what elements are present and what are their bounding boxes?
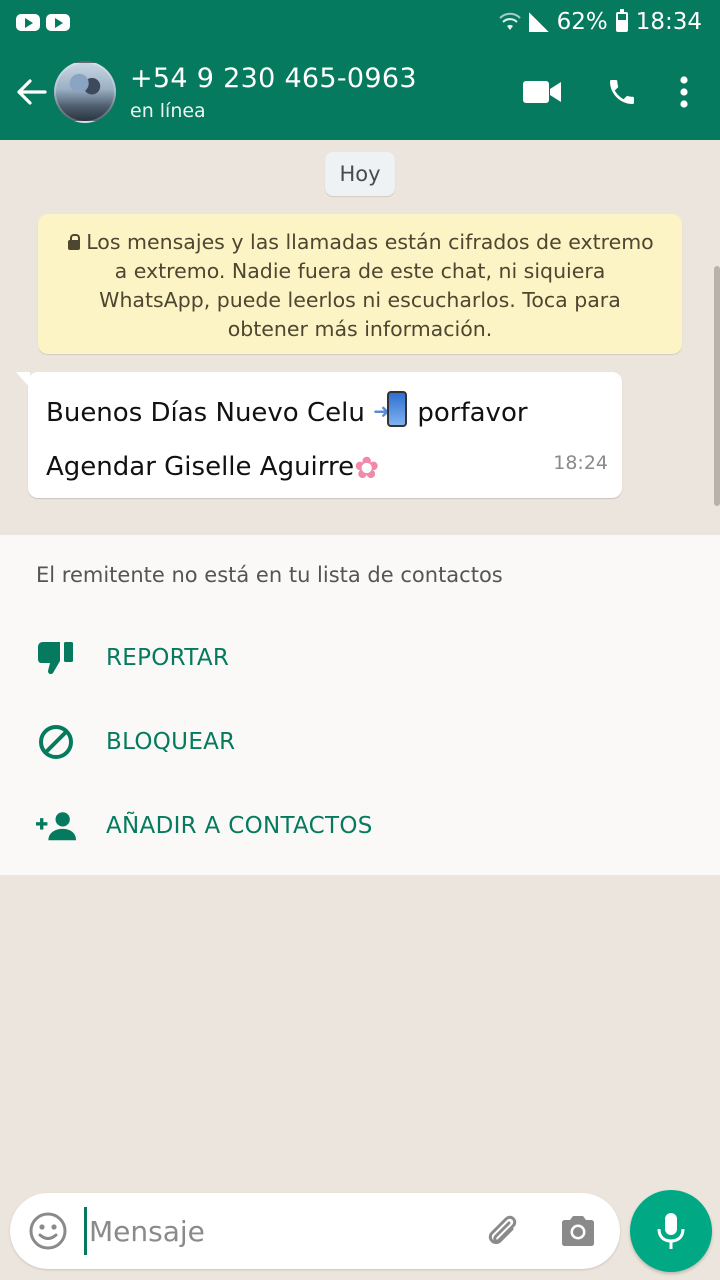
more-vertical-icon: [680, 76, 688, 108]
cherry-blossom-icon: ✿: [354, 451, 380, 486]
status-bar: 62% 18:34: [0, 0, 720, 44]
system-indicators: 62% 18:34: [498, 9, 702, 35]
block-button[interactable]: BLOQUEAR: [0, 707, 720, 777]
signal-icon: [528, 12, 549, 32]
chat-header: +54 9 230 465-0963 en línea: [0, 44, 720, 140]
unknown-sender-panel: El remitente no está en tu lista de cont…: [0, 535, 720, 875]
report-button[interactable]: REPORTAR: [0, 623, 720, 693]
message-timestamp: 18:24: [553, 452, 608, 474]
header-actions: [502, 62, 706, 122]
message-text: porfavor: [417, 398, 528, 428]
camera-icon[interactable]: [558, 1211, 598, 1251]
message-text: Buenos Días Nuevo Celu: [46, 398, 365, 428]
youtube-notification-icon: [46, 13, 70, 31]
mobile-phone-arrow-icon: ➜: [373, 389, 409, 429]
message-text: Agendar Giselle Aguirre: [46, 452, 355, 482]
video-call-button[interactable]: [502, 62, 582, 122]
message-composer: [10, 1193, 620, 1269]
message-input[interactable]: [84, 1207, 464, 1255]
microphone-icon: [657, 1213, 685, 1249]
unknown-sender-note: El remitente no está en tu lista de cont…: [36, 563, 503, 587]
message-line-2: Agendar Giselle Aguirre✿: [46, 440, 604, 496]
encryption-notice-text: Los mensajes y las llamadas están cifrad…: [86, 230, 654, 341]
scrollbar[interactable]: [714, 266, 720, 506]
add-contact-button[interactable]: AÑADIR A CONTACTOS: [0, 791, 720, 861]
phone-icon: [610, 80, 634, 104]
encryption-notice[interactable]: Los mensajes y las llamadas están cifrad…: [38, 214, 682, 354]
message-line-1: Buenos Días Nuevo Celu ➜ porfavor: [46, 386, 604, 440]
voice-call-button[interactable]: [582, 62, 662, 122]
thumbs-down-icon: [36, 638, 76, 678]
back-arrow-icon[interactable]: [10, 70, 54, 114]
block-icon: [36, 722, 76, 762]
add-contact-label: AÑADIR A CONTACTOS: [106, 813, 373, 839]
attach-icon[interactable]: [482, 1211, 522, 1251]
report-label: REPORTAR: [106, 645, 230, 671]
avatar[interactable]: [54, 61, 116, 123]
add-contact-icon: [36, 806, 76, 846]
date-chip: Hoy: [325, 152, 395, 196]
contact-info[interactable]: +54 9 230 465-0963 en línea: [130, 63, 502, 122]
wifi-icon: [498, 12, 521, 30]
presence-status: en línea: [130, 99, 206, 122]
clock: 18:34: [635, 9, 702, 35]
video-camera-icon: [523, 81, 561, 103]
chat-area[interactable]: Hoy Los mensajes y las llamadas están ci…: [0, 140, 720, 1190]
notification-icons: [16, 13, 70, 31]
battery-icon: [615, 9, 628, 32]
voice-record-button[interactable]: [630, 1190, 712, 1272]
overflow-menu-button[interactable]: [662, 62, 706, 122]
emoji-icon[interactable]: [28, 1211, 68, 1251]
battery-percent: 62%: [556, 9, 608, 35]
incoming-message[interactable]: Buenos Días Nuevo Celu ➜ porfavor Agenda…: [16, 372, 622, 498]
youtube-notification-icon: [16, 13, 40, 31]
contact-name: +54 9 230 465-0963: [130, 62, 417, 94]
lock-icon: [66, 234, 82, 250]
block-label: BLOQUEAR: [106, 729, 236, 755]
